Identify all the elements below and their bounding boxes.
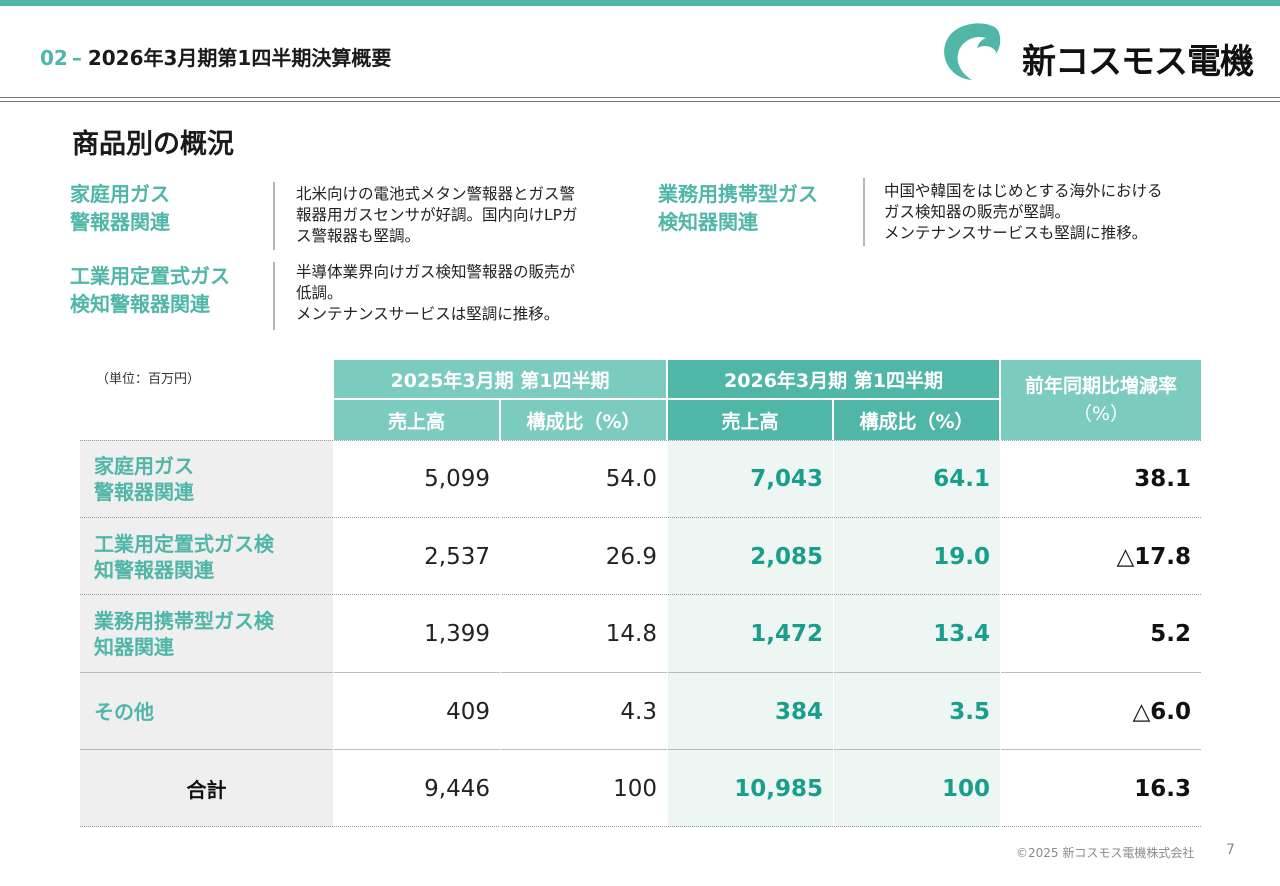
- cell-curr-ratio: 13.4: [833, 595, 1000, 673]
- row-separator: [80, 440, 1201, 441]
- cell-prev-sales: 2,537: [424, 543, 490, 570]
- desc-line2: 報器用ガスセンサが好調。国内向けLPガ: [296, 206, 578, 224]
- desc-line3: メンテナンスサービスも堅調に推移。: [884, 224, 1148, 242]
- cell-prev-sales: 409: [446, 698, 490, 725]
- row-label-line2: 知器関連: [94, 635, 174, 659]
- cell-curr-ratio: 19.0: [833, 518, 1000, 595]
- row-label-line2: 警報器関連: [94, 480, 194, 504]
- desc-line1: 中国や韓国をはじめとする海外における: [884, 182, 1163, 200]
- desc-line2: 低調。: [296, 284, 343, 302]
- row-label-line1: 業務用携帯型ガス検: [94, 609, 274, 633]
- header-dash: –: [71, 46, 82, 70]
- header-period-prev: 2025年3月期 第1四半期: [334, 360, 666, 398]
- header-change-rate: 前年同期比増減率 （%）: [1001, 360, 1201, 440]
- cell-prev-ratio: 54.0: [605, 466, 657, 492]
- cell-curr-sales: 1,472: [667, 595, 833, 673]
- section-title: 商品別の概況: [72, 129, 234, 160]
- cell-curr-ratio: 64.1: [833, 440, 1000, 518]
- header-curr-sales: 売上高: [668, 400, 832, 440]
- cell-change: 5.2: [1150, 621, 1191, 647]
- desc-line1: 北米向けの電池式メタン警報器とガス警: [296, 185, 576, 203]
- category-name-line1: 工業用定置式ガス: [70, 264, 230, 288]
- cell-change: △6.0: [1132, 698, 1191, 725]
- row-separator: [80, 826, 1201, 827]
- cell-total-prev-ratio: 100: [613, 775, 657, 802]
- cell-total-prev-sales: 9,446: [424, 775, 490, 802]
- category-name-line1: 業務用携帯型ガス: [658, 182, 818, 206]
- cell-total-change: 16.3: [1134, 775, 1191, 802]
- row-label-portable: 業務用携帯型ガス検 知器関連: [80, 595, 333, 673]
- header-rule: [0, 97, 1280, 102]
- category-divider: [273, 182, 275, 250]
- row-label-line1: 家庭用ガス: [94, 454, 194, 478]
- category-desc-portable: 中国や韓国をはじめとする海外における ガス検知器の販売が堅調。 メンテナンスサー…: [884, 181, 1163, 244]
- cell-curr-sales: 7,043: [667, 440, 833, 518]
- cell-prev-ratio: 26.9: [605, 543, 657, 570]
- cell-total-curr-sales: 10,985: [667, 750, 833, 827]
- category-name-line2: 検知器関連: [658, 210, 758, 234]
- company-logo: 新コスモス電機: [940, 20, 1254, 84]
- cell-change: 38.1: [1134, 466, 1191, 492]
- category-name-industrial: 工業用定置式ガス 検知警報器関連: [70, 262, 230, 318]
- unit-note: （単位：百万円）: [96, 372, 201, 387]
- row-separator: [80, 749, 1201, 750]
- row-separator: [80, 672, 1201, 673]
- header-prev-sales: 売上高: [334, 400, 499, 440]
- header-curr-ratio: 構成比（%）: [834, 400, 999, 440]
- header-change-line1: 前年同期比増減率: [1024, 375, 1177, 397]
- category-desc-industrial: 半導体業界向けガス検知警報器の販売が 低調。 メンテナンスサービスは堅調に推移。: [296, 262, 575, 325]
- page-number: 7: [1226, 842, 1235, 858]
- row-label-other: その他: [80, 673, 333, 750]
- column-separator: [500, 400, 501, 827]
- row-label-total: 合計: [80, 750, 333, 827]
- desc-line1: 半導体業界向けガス検知警報器の販売が: [296, 263, 576, 281]
- header-prev-ratio: 構成比（%）: [501, 400, 666, 440]
- row-label-line1: その他: [94, 699, 154, 724]
- header-change-line2: （%）: [1072, 403, 1130, 425]
- cell-total-curr-ratio: 100: [833, 750, 1000, 827]
- cell-prev-sales: 1,399: [424, 621, 490, 647]
- category-name-line2: 検知警報器関連: [70, 292, 210, 316]
- category-name-portable: 業務用携帯型ガス 検知器関連: [658, 180, 818, 236]
- desc-line2: ガス検知器の販売が堅調。: [884, 203, 1071, 221]
- section-number: 02: [40, 46, 68, 70]
- cell-curr-sales: 384: [667, 673, 833, 750]
- category-name-household: 家庭用ガス 警報器関連: [70, 180, 170, 236]
- header-title-text: 2026年3月期第1四半期決算概要: [87, 46, 392, 70]
- row-separator: [80, 594, 1201, 595]
- cell-prev-ratio: 4.3: [620, 698, 657, 725]
- row-separator: [80, 517, 1201, 518]
- column-separator: [667, 360, 668, 827]
- page-header: 02–2026年3月期第1四半期決算概要: [40, 42, 391, 71]
- cell-curr-ratio: 3.5: [833, 673, 1000, 750]
- column-separator: [833, 400, 834, 827]
- row-label-line2: 知警報器関連: [94, 557, 214, 582]
- header-period-curr: 2026年3月期 第1四半期: [668, 360, 999, 398]
- row-label-industrial: 工業用定置式ガス検 知警報器関連: [80, 518, 333, 595]
- column-separator: [1000, 360, 1001, 827]
- cell-prev-sales: 5,099: [424, 466, 490, 492]
- copyright: ©2025 新コスモス電機株式会社: [1016, 846, 1195, 860]
- category-name-line1: 家庭用ガス: [70, 182, 170, 206]
- row-label-line1: 工業用定置式ガス検: [94, 531, 274, 556]
- desc-line3: ス警報器も堅調。: [296, 227, 421, 245]
- cosmos-logo-icon: [944, 23, 1001, 80]
- top-accent-bar: [0, 0, 1280, 6]
- desc-line3: メンテナンスサービスは堅調に推移。: [296, 305, 560, 323]
- category-name-line2: 警報器関連: [70, 210, 170, 234]
- category-divider: [273, 262, 275, 330]
- category-divider: [863, 178, 865, 246]
- logo-text: 新コスモス電機: [1022, 42, 1254, 82]
- row-label-household: 家庭用ガス 警報器関連: [80, 440, 333, 518]
- cell-prev-ratio: 14.8: [605, 621, 657, 647]
- column-separator: [333, 360, 334, 827]
- category-desc-household: 北米向けの電池式メタン警報器とガス警 報器用ガスセンサが好調。国内向けLPガ ス…: [296, 184, 577, 247]
- cell-curr-sales: 2,085: [667, 518, 833, 595]
- cell-change: △17.8: [1116, 543, 1191, 570]
